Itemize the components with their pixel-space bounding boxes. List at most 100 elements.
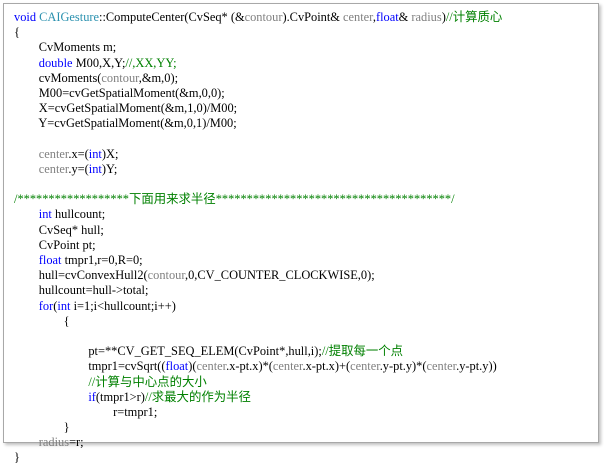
code-token: center bbox=[343, 10, 373, 24]
code-line: //计算与中心点的大小 bbox=[14, 375, 502, 390]
code-token: ,0,CV_COUNTER_CLOCKWISE,0); bbox=[185, 268, 375, 283]
code-token: ::ComputeCenter(CvSeq* (& bbox=[99, 10, 245, 24]
code-token: tmpr1,r=0,R=0; bbox=[61, 253, 143, 267]
code-token: )X; bbox=[101, 146, 119, 161]
code-token: int bbox=[88, 146, 102, 161]
code-token: /******************下面用来求半径**************… bbox=[14, 192, 455, 207]
code-token: float bbox=[375, 10, 399, 24]
code-line: CvSeq* hull; bbox=[14, 223, 502, 238]
code-panel: void CAIGesture::ComputeCenter(CvSeq* (&… bbox=[3, 3, 599, 464]
code-line: radius=r; bbox=[14, 435, 502, 450]
code-token: center bbox=[196, 359, 227, 374]
code-line: { bbox=[14, 25, 502, 40]
code-token: ).CvPoint& bbox=[282, 10, 344, 24]
code-token: int bbox=[88, 161, 102, 176]
code-token: double bbox=[38, 55, 73, 70]
code-line: M00=cvGetSpatialMoment(&m,0,0); bbox=[14, 86, 502, 101]
code-line: tmpr1=cvSqrt((float)(center.x-pt.x)*(cen… bbox=[14, 359, 502, 374]
code-line: /******************下面用来求半径**************… bbox=[14, 192, 502, 207]
code-token: //求最大的作为半径 bbox=[144, 389, 251, 404]
code-token: .y-pt.y)) bbox=[456, 359, 497, 374]
code-token: M00,X,Y; bbox=[72, 55, 126, 70]
code-line: float tmpr1,r=0,R=0; bbox=[14, 253, 502, 268]
code-token: for bbox=[38, 298, 54, 313]
code-token: CAIGesture bbox=[39, 10, 100, 24]
code-token: ,&m,0); bbox=[138, 70, 179, 85]
code-token: .x-pt.x)*( bbox=[226, 359, 273, 374]
code-token: { bbox=[14, 25, 20, 40]
code-token: center bbox=[350, 359, 380, 374]
code-line: cvMoments(contour,&m,0); bbox=[14, 71, 502, 86]
code-line: pt=**CV_GET_SEQ_ELEM(CvPoint*,hull,i);//… bbox=[14, 344, 502, 359]
code-token: CvPoint pt; bbox=[14, 237, 96, 252]
code-line: center.x=(int)X; bbox=[14, 147, 502, 162]
code-token: contour bbox=[147, 268, 185, 283]
code-token: (tmpr1>r) bbox=[95, 389, 145, 404]
code-token: if bbox=[88, 389, 96, 404]
code-token: .x=( bbox=[68, 146, 89, 161]
code-token: void bbox=[14, 10, 37, 24]
code-token: center bbox=[38, 161, 69, 176]
code-line: { bbox=[14, 314, 502, 329]
code-line: CvPoint pt; bbox=[14, 238, 502, 253]
code-token: } bbox=[14, 450, 20, 465]
code-token: hullcount=hull->total; bbox=[14, 283, 149, 298]
code-token: X=cvGetSpatialMoment(&m,1,0)/M00; bbox=[14, 101, 238, 116]
code-token: //,XX,YY; bbox=[125, 55, 177, 70]
code-line: r=tmpr1; bbox=[14, 405, 502, 420]
code-token: i=1;i<hullcount;i++) bbox=[70, 298, 176, 313]
code-token: )Y; bbox=[101, 161, 118, 176]
code-line: void CAIGesture::ComputeCenter(CvSeq* (&… bbox=[14, 10, 502, 25]
code-line: } bbox=[14, 420, 502, 435]
code-line: double M00,X,Y;//,XX,YY; bbox=[14, 56, 502, 71]
code-token: Y=cvGetSpatialMoment(&m,0,1)/M00; bbox=[14, 116, 237, 131]
code-token: contour bbox=[244, 10, 283, 24]
code-token: tmpr1=cvSqrt(( bbox=[14, 359, 166, 374]
code-token: int bbox=[57, 298, 71, 313]
code-token: cvMoments( bbox=[14, 70, 102, 85]
code-token: center bbox=[426, 359, 457, 374]
code-token: //计算与中心点的大小 bbox=[88, 374, 207, 389]
code-token: CvSeq* hull; bbox=[14, 222, 104, 237]
code-line: hullcount=hull->total; bbox=[14, 283, 502, 298]
code-line: if(tmpr1>r)//求最大的作为半径 bbox=[14, 390, 502, 405]
code-token: int bbox=[38, 207, 52, 222]
code-token: float bbox=[165, 359, 189, 374]
code-line: for(int i=1;i<hullcount;i++) bbox=[14, 299, 502, 314]
code-token: //计算质心 bbox=[445, 10, 503, 24]
code-token: } bbox=[14, 420, 70, 435]
code-token: float bbox=[38, 253, 62, 267]
code-token: radius bbox=[38, 435, 70, 450]
code-token: =r; bbox=[69, 435, 84, 450]
code-token: hull=cvConvexHull2( bbox=[14, 268, 148, 283]
code-line: } bbox=[14, 450, 502, 465]
code-token: //提取每一个点 bbox=[321, 344, 404, 359]
code-token: center bbox=[272, 359, 303, 374]
code-token: center bbox=[38, 146, 69, 161]
code-line: Y=cvGetSpatialMoment(&m,0,1)/M00; bbox=[14, 116, 502, 131]
code-line: int hullcount; bbox=[14, 207, 502, 222]
code-token: contour bbox=[101, 70, 139, 85]
code-token: { bbox=[14, 313, 70, 328]
code-token: CvMoments m; bbox=[14, 40, 117, 55]
code-line: X=cvGetSpatialMoment(&m,1,0)/M00; bbox=[14, 101, 502, 116]
code-line: CvMoments m; bbox=[14, 40, 502, 55]
code-token: )( bbox=[188, 359, 197, 374]
code-line: hull=cvConvexHull2(contour,0,CV_COUNTER_… bbox=[14, 268, 502, 283]
code-token: & bbox=[398, 10, 412, 24]
code-token: M00=cvGetSpatialMoment(&m,0,0); bbox=[14, 85, 225, 100]
code-token: r=tmpr1; bbox=[14, 404, 158, 419]
code-token: pt=**CV_GET_SEQ_ELEM(CvPoint*,hull,i); bbox=[14, 344, 322, 359]
code-block: void CAIGesture::ComputeCenter(CvSeq* (&… bbox=[14, 10, 502, 466]
